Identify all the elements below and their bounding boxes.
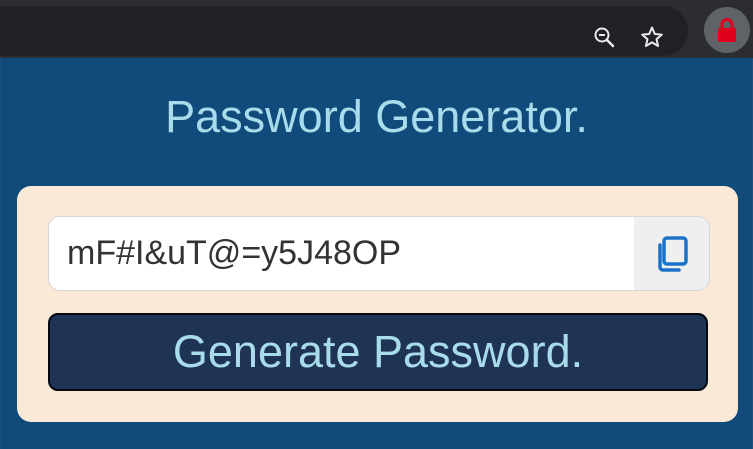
generate-password-button[interactable]: Generate Password. [48,313,708,391]
password-generator-popup: Password Generator. Generate Password. [1,58,752,449]
lock-extension-icon[interactable] [704,7,750,53]
zoom-icon[interactable] [589,22,619,52]
copy-button[interactable] [634,217,709,290]
password-output-field[interactable] [49,217,633,290]
copy-icon [657,235,688,272]
address-bar[interactable] [0,6,688,56]
password-field-group [48,216,710,291]
browser-toolbar [0,0,753,58]
generator-card: Generate Password. [17,186,738,422]
page-title: Password Generator. [165,91,588,142]
bookmark-star-icon[interactable] [637,22,667,52]
